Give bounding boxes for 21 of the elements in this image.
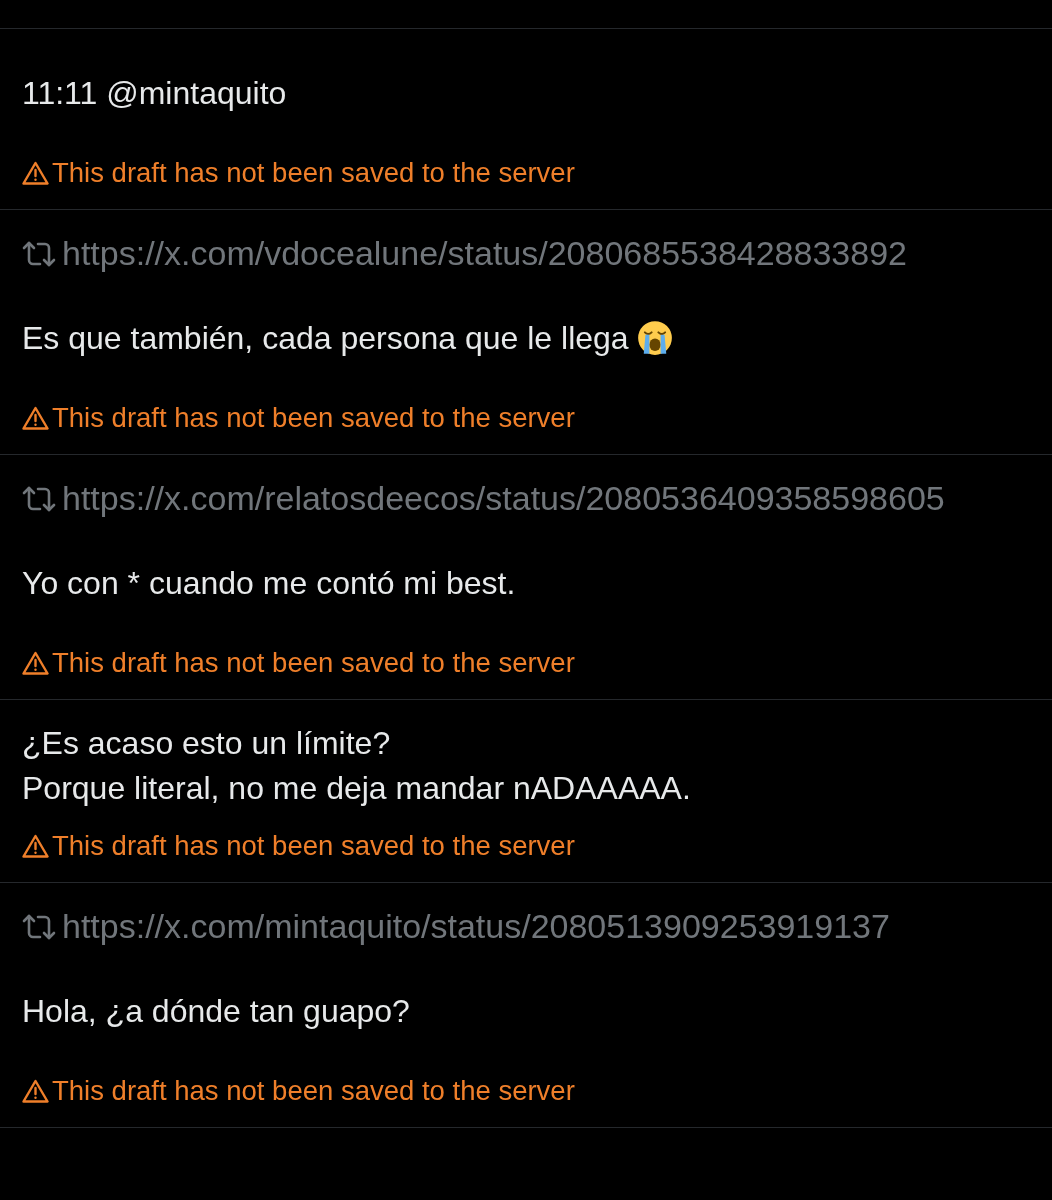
quoted-post-link[interactable]: https://x.com/vdocealune/status/2080685538428833892 [62, 231, 907, 276]
draft-text: Es que también, cada persona que le llega [22, 319, 629, 358]
quoted-post-link[interactable]: https://x.com/mintaquito/status/2080513909253919137 [62, 904, 890, 949]
repeat-arrows-icon [22, 485, 56, 512]
unsaved-warning-text: This draft has not been saved to the server [52, 648, 575, 678]
quoted-post-link[interactable]: https://x.com/relatosdeecos/status/2080536409358598605 [62, 476, 945, 521]
repeat-arrows-icon [22, 913, 56, 940]
warning-icon [22, 834, 49, 858]
unsaved-warning-text: This draft has not been saved to the server [52, 1076, 575, 1106]
draft-text: 11:11 @mintaquito [22, 74, 287, 113]
warning-icon [22, 161, 49, 185]
draft-text: ¿Es acaso esto un límite? Porque literal, no me deja mandar nADAAAAA. [22, 724, 691, 808]
draft-text: Yo con * cuando me contó mi best. [22, 564, 516, 603]
draft-text: Hola, ¿a dónde tan guapo? [22, 992, 410, 1031]
warning-icon [22, 406, 49, 430]
repeat-arrows-icon [22, 240, 56, 267]
warning-icon [22, 651, 49, 675]
unsaved-warning-text: This draft has not been saved to the server [52, 403, 575, 433]
unsaved-warning-text: This draft has not been saved to the server [52, 158, 575, 188]
unsaved-warning-text: This draft has not been saved to the server [52, 831, 575, 861]
warning-icon [22, 1079, 49, 1103]
